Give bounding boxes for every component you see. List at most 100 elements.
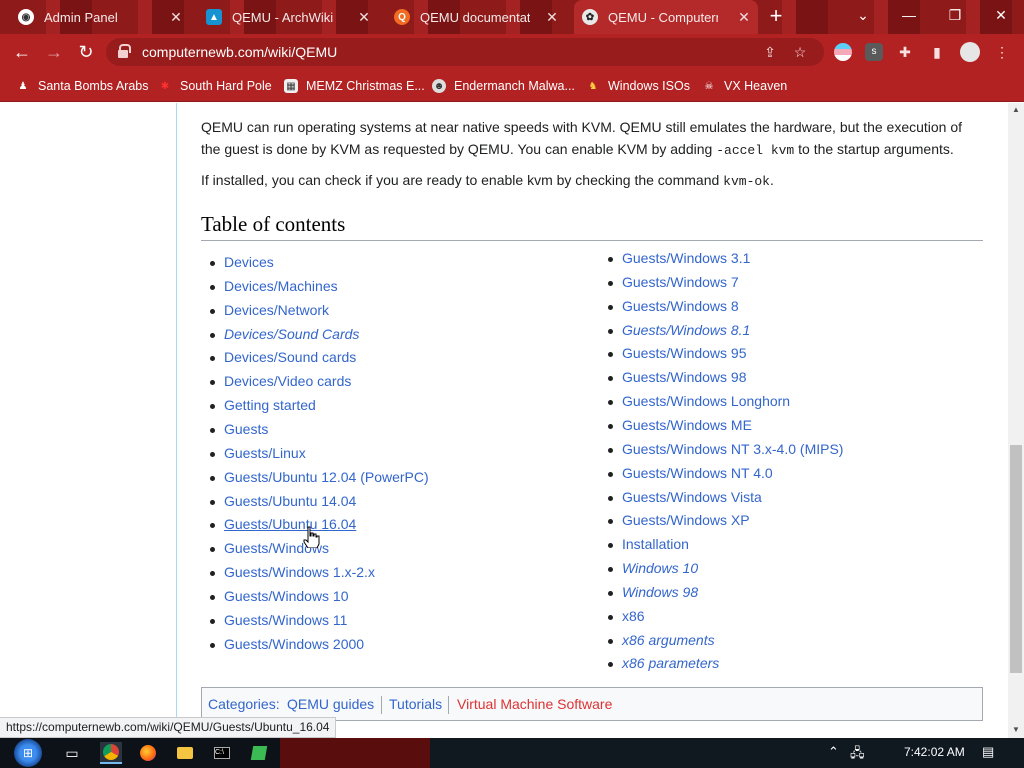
toc-link[interactable]: Devices/Machines bbox=[210, 278, 338, 294]
taskbar-clock[interactable]: 7:42:02 AM bbox=[904, 745, 965, 759]
restore-button[interactable]: ❐ bbox=[932, 0, 978, 30]
close-icon[interactable]: ✕ bbox=[544, 9, 560, 25]
file-explorer-taskbar-icon[interactable] bbox=[174, 742, 196, 764]
network-icon[interactable]: 🖧 bbox=[850, 744, 865, 766]
scroll-down-arrow-icon[interactable]: ▼ bbox=[1010, 725, 1022, 735]
toc-link[interactable]: Guests/Windows Vista bbox=[608, 489, 762, 505]
toc-link[interactable]: Guests/Linux bbox=[210, 445, 306, 461]
toc-link[interactable]: Guests/Windows 98 bbox=[608, 369, 747, 385]
reload-button[interactable]: ↻ bbox=[74, 40, 98, 64]
toc-link[interactable]: Guests/Ubuntu 14.04 bbox=[209, 493, 356, 509]
bookmark-item[interactable]: ☻ Endermanch Malwa... bbox=[432, 77, 575, 95]
category-link[interactable]: QEMU guides bbox=[287, 696, 374, 712]
categories-label[interactable]: Categories: bbox=[208, 696, 280, 712]
tab-qemu-archwiki[interactable]: ▲ QEMU - ArchWiki ✕ bbox=[198, 0, 378, 34]
category-separator bbox=[448, 696, 449, 714]
app-taskbar-icon[interactable] bbox=[248, 742, 270, 764]
chrome-taskbar-icon[interactable] bbox=[100, 742, 122, 764]
category-link-missing[interactable]: Virtual Machine Software bbox=[457, 696, 612, 712]
close-icon[interactable]: ✕ bbox=[356, 9, 372, 25]
toc-link[interactable]: Windows 10 bbox=[607, 560, 698, 576]
show-hidden-icons-icon[interactable]: ⌃ bbox=[828, 744, 839, 760]
toc-link[interactable]: Getting started bbox=[210, 397, 316, 413]
bookmark-label: MEMZ Christmas E... bbox=[306, 79, 425, 93]
firefox-taskbar-icon[interactable] bbox=[137, 742, 159, 764]
profile-avatar-icon[interactable] bbox=[960, 42, 980, 62]
start-button-icon[interactable]: ⊞ bbox=[14, 739, 42, 767]
extension-flag-icon[interactable] bbox=[834, 43, 852, 61]
toc-link[interactable]: Guests/Ubuntu 12.04 (PowerPC) bbox=[210, 469, 429, 485]
extensions-puzzle-icon[interactable]: ✚ bbox=[897, 44, 913, 60]
toc-divider bbox=[201, 240, 983, 241]
toc-link[interactable]: Guests/Windows 2000 bbox=[209, 636, 364, 652]
new-tab-button[interactable]: + bbox=[764, 5, 788, 28]
toc-link[interactable]: Guests/Ubuntu 16.04 bbox=[209, 516, 356, 532]
code-accel-kvm: -accel kvm bbox=[716, 143, 795, 158]
toc-link[interactable]: Guests/Windows 11 bbox=[209, 612, 347, 628]
toc-link[interactable]: Installation bbox=[608, 536, 689, 552]
extension-s-icon[interactable]: s bbox=[865, 43, 883, 61]
toc-link[interactable]: Guests/Windows 8 bbox=[608, 298, 739, 314]
window-close-button[interactable]: ✕ bbox=[978, 0, 1024, 30]
toc-link[interactable]: Devices/Sound Cards bbox=[209, 326, 359, 342]
scroll-up-arrow-icon[interactable]: ▲ bbox=[1010, 105, 1022, 115]
notifications-icon[interactable]: ▤ bbox=[982, 744, 994, 760]
tab-admin-panel[interactable]: ◉ Admin Panel ✕ bbox=[10, 0, 190, 34]
code-kvm-ok: kvm-ok bbox=[723, 174, 770, 189]
forward-button[interactable]: → bbox=[42, 40, 66, 64]
close-icon[interactable]: ✕ bbox=[736, 9, 752, 25]
toc-link[interactable]: Guests/Windows XP bbox=[608, 512, 750, 528]
toc-link[interactable]: Guests/Windows NT 3.x-4.0 (MIPS) bbox=[607, 441, 843, 457]
toc-link[interactable]: Devices/Sound cards bbox=[209, 349, 356, 365]
category-separator bbox=[381, 696, 382, 714]
tab-qemu-documentation[interactable]: Q QEMU documentation ✕ bbox=[386, 0, 566, 34]
share-icon[interactable]: ⇪ bbox=[762, 44, 778, 60]
toc-link[interactable]: Guests/Windows Longhorn bbox=[607, 393, 790, 409]
address-bar[interactable]: computernewb.com/wiki/QEMU ⇪ ☆ bbox=[106, 38, 824, 66]
categories-box: Categories: QEMU guides Tutorials Virtua… bbox=[201, 687, 983, 721]
bookmark-item[interactable]: ✱ South Hard Pole bbox=[158, 77, 272, 95]
scrollbar-thumb[interactable] bbox=[1010, 445, 1022, 673]
toc-link[interactable]: Guests/Windows 3.1 bbox=[607, 250, 750, 266]
toc-link[interactable]: Devices/Video cards bbox=[209, 373, 351, 389]
web-page: QEMU can run operating systems at near n… bbox=[0, 103, 1008, 738]
toc-link[interactable]: Guests/Windows 8.1 bbox=[607, 322, 750, 338]
bookmark-item[interactable]: ♟ Santa Bombs Arabs bbox=[16, 77, 149, 95]
bookmark-star-icon[interactable]: ☆ bbox=[792, 44, 808, 60]
toc-link[interactable]: Devices bbox=[210, 254, 274, 270]
task-view-icon[interactable]: ▭ bbox=[61, 742, 83, 764]
toc-link[interactable]: Devices/Network bbox=[209, 302, 329, 318]
toc-link[interactable]: Guests/Windows 7 bbox=[608, 274, 739, 290]
toc-link[interactable]: Guests bbox=[209, 421, 268, 437]
candle-icon: ♟ bbox=[18, 80, 28, 92]
side-panel-icon[interactable]: ▮ bbox=[929, 44, 945, 60]
bookmark-item[interactable]: ♞ Windows ISOs bbox=[586, 77, 690, 95]
bookmark-label: Windows ISOs bbox=[608, 79, 690, 93]
computernewb-logo-icon: ✿ bbox=[582, 9, 598, 25]
command-prompt-taskbar-icon[interactable]: C:\ bbox=[211, 742, 233, 764]
toc-link[interactable]: Guests/Windows NT 4.0 bbox=[608, 465, 773, 481]
toc-link[interactable]: x86 parameters bbox=[607, 655, 719, 671]
bookmark-label: VX Heaven bbox=[724, 79, 788, 93]
tab-qemu-computernewb[interactable]: ✿ QEMU - Computernewb ✕ bbox=[574, 0, 758, 34]
bookmark-label: Endermanch Malwa... bbox=[454, 79, 575, 93]
qemu-logo-icon: Q bbox=[394, 9, 410, 25]
category-link[interactable]: Tutorials bbox=[389, 696, 442, 712]
lock-icon[interactable] bbox=[118, 44, 131, 58]
figure-icon: ♞ bbox=[588, 80, 598, 92]
toc-link[interactable]: Guests/Windows 10 bbox=[210, 588, 349, 604]
back-button[interactable]: ← bbox=[10, 40, 34, 64]
bookmark-item[interactable]: ☠ VX Heaven bbox=[702, 77, 788, 95]
toc-link[interactable]: Guests/Windows 1.x-2.x bbox=[210, 564, 375, 580]
close-icon[interactable]: ✕ bbox=[168, 9, 184, 25]
toc-link[interactable]: x86 arguments bbox=[608, 632, 715, 648]
toc-link[interactable]: Guests/Windows 95 bbox=[608, 345, 747, 361]
minimize-button[interactable]: — bbox=[886, 0, 932, 30]
tab-search-button[interactable]: ⌄ bbox=[840, 0, 886, 30]
bookmark-item[interactable]: ▦ MEMZ Christmas E... bbox=[284, 77, 425, 95]
toc-link[interactable]: Guests/Windows ME bbox=[608, 417, 752, 433]
toc-link[interactable]: x86 bbox=[608, 608, 645, 624]
toc-link[interactable]: Windows 98 bbox=[607, 584, 698, 600]
more-menu-icon[interactable]: ⋮ bbox=[994, 44, 1010, 60]
url-text[interactable]: computernewb.com/wiki/QEMU bbox=[142, 44, 337, 60]
